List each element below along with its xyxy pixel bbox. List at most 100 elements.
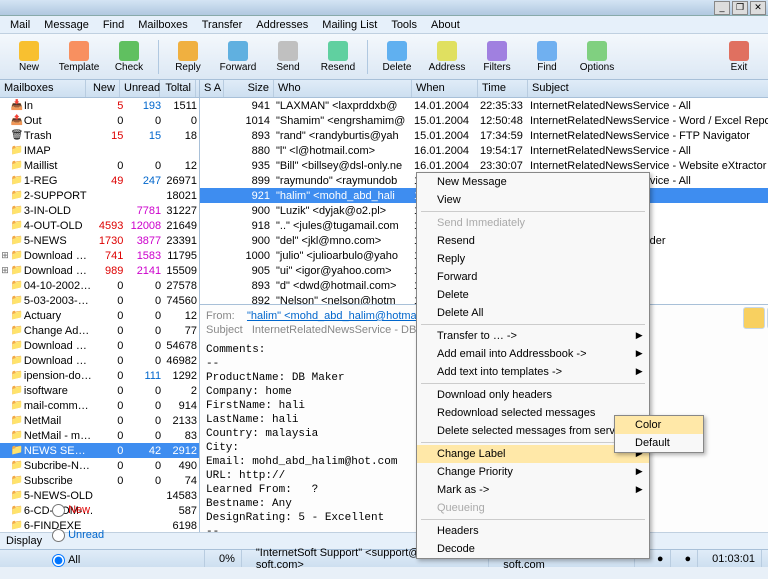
message-row[interactable]: 941"LAXMAN" <laxprddxb@14.01.200422:35:3… <box>200 98 768 113</box>
folder-row[interactable]: 📁ipension-do…01111292 <box>0 368 199 383</box>
ctx-change-priority[interactable]: Change Priority▶ <box>417 463 649 481</box>
folder-row[interactable]: 📁04-10-2002…0027578 <box>0 278 199 293</box>
folder-row[interactable]: ⊞📁Download …989214115509 <box>0 263 199 278</box>
folder-row[interactable]: 📁Subcribe-N…00490 <box>0 458 199 473</box>
folder-row[interactable]: 📁5-NEWS1730387723391 <box>0 233 199 248</box>
ctx-headers[interactable]: Headers <box>417 522 649 540</box>
ctx-delete[interactable]: Delete <box>417 286 649 304</box>
folder-row[interactable]: 📤Out000 <box>0 113 199 128</box>
context-submenu[interactable]: ColorDefault <box>614 415 704 453</box>
message-row[interactable]: 893"rand" <randyburtis@yah15.01.200417:3… <box>200 128 768 143</box>
window-close[interactable]: ✕ <box>750 1 766 15</box>
menu-tools[interactable]: Tools <box>385 17 423 33</box>
folder-row[interactable]: 📁NetMail002133 <box>0 413 199 428</box>
folder-row[interactable]: 📁4-OUT-OLD45931200821649 <box>0 218 199 233</box>
folder-row[interactable]: 📁2-SUPPORT18021 <box>0 188 199 203</box>
col-sa[interactable]: S A <box>200 80 224 97</box>
message-row[interactable]: 880"l" <l@hotmail.com>16.01.200419:54:17… <box>200 143 768 158</box>
template-button[interactable]: Template <box>56 37 102 77</box>
forward-button[interactable]: Forward <box>215 37 261 77</box>
folder-row[interactable]: 📁NEWS SE…0422912 <box>0 443 199 458</box>
folder-name: Out <box>24 115 96 127</box>
ctx-new-message[interactable]: New Message <box>417 173 649 191</box>
folder-row[interactable]: 📁mail-comm…00914 <box>0 398 199 413</box>
delete-button[interactable]: Delete <box>374 37 420 77</box>
folder-row[interactable]: 📁isoftware002 <box>0 383 199 398</box>
menu-about[interactable]: About <box>425 17 466 33</box>
ctx-forward[interactable]: Forward <box>417 268 649 286</box>
check-button[interactable]: Check <box>106 37 152 77</box>
col-time[interactable]: Time <box>478 80 528 97</box>
col-unread[interactable]: Unread <box>120 80 160 97</box>
folder-row[interactable]: 📁Maillist0012 <box>0 158 199 173</box>
folder-name: isoftware <box>24 385 96 397</box>
menu-message[interactable]: Message <box>38 17 95 33</box>
subctx-color[interactable]: Color <box>615 416 703 434</box>
folder-row[interactable]: 📁Download …0046982 <box>0 353 199 368</box>
message-row[interactable]: 935"Bill" <billsey@dsl-only.ne16.01.2004… <box>200 158 768 173</box>
subctx-default[interactable]: Default <box>615 434 703 452</box>
mailbox-tree[interactable]: 📥In51931511📤Out000🗑Trash151518📁IMAP📁Mail… <box>0 98 199 532</box>
folder-row[interactable]: 📥In51931511 <box>0 98 199 113</box>
menu-addresses[interactable]: Addresses <box>250 17 314 33</box>
msg-size: 899 <box>224 175 274 187</box>
ctx-add-text-into-templates-[interactable]: Add text into templates ->▶ <box>417 363 649 381</box>
folder-total: 0 <box>163 115 199 127</box>
filter-unread[interactable]: Unread <box>52 529 104 542</box>
reply-button[interactable]: Reply <box>165 37 211 77</box>
folder-new: 15 <box>96 130 126 142</box>
window-minimize[interactable]: _ <box>714 1 730 15</box>
folder-row[interactable]: ⊞📁Download …741158311795 <box>0 248 199 263</box>
ctx-transfer-to-[interactable]: Transfer to … ->▶ <box>417 327 649 345</box>
folder-row[interactable]: 📁Change Ad…0077 <box>0 323 199 338</box>
folder-row[interactable]: 📁5-NEWS-OLD14583 <box>0 488 199 503</box>
menu-mailing-list[interactable]: Mailing List <box>316 17 383 33</box>
folder-row[interactable]: 📁5-03-2003-…0074560 <box>0 293 199 308</box>
folder-row[interactable]: 📁IMAP <box>0 143 199 158</box>
folder-row[interactable]: 📁1-REG4924726971 <box>0 173 199 188</box>
ctx-mark-as-[interactable]: Mark as ->▶ <box>417 481 649 499</box>
col-total[interactable]: Toltal <box>160 80 196 97</box>
ctx-reply[interactable]: Reply <box>417 250 649 268</box>
col-when[interactable]: When <box>412 80 478 97</box>
folder-row[interactable]: 🗑Trash151518 <box>0 128 199 143</box>
menu-mailboxes[interactable]: Mailboxes <box>132 17 194 33</box>
send-button[interactable]: Send <box>265 37 311 77</box>
folder-row[interactable]: 📁Download …0054678 <box>0 338 199 353</box>
col-mailboxes[interactable]: Mailboxes <box>0 80 86 97</box>
expand-icon[interactable]: ⊞ <box>0 265 10 276</box>
new-button[interactable]: New <box>6 37 52 77</box>
exit-button[interactable]: Exit <box>716 37 762 77</box>
col-subject[interactable]: Subject <box>528 80 768 97</box>
col-size[interactable]: Size <box>224 80 274 97</box>
context-menu[interactable]: New MessageViewSend ImmediatelyResendRep… <box>416 172 650 559</box>
ctx-delete-all[interactable]: Delete All <box>417 304 649 322</box>
menu-transfer[interactable]: Transfer <box>196 17 249 33</box>
filters-button[interactable]: Filters <box>474 37 520 77</box>
folder-row[interactable]: 📁Actuary0012 <box>0 308 199 323</box>
address-button[interactable]: Address <box>424 37 470 77</box>
filter-new[interactable]: New <box>52 504 104 517</box>
options-button[interactable]: Options <box>574 37 620 77</box>
preview-icon-1[interactable] <box>743 307 765 329</box>
find-button[interactable]: Find <box>524 37 570 77</box>
folder-unread: 0 <box>125 280 163 292</box>
message-row[interactable]: 1014"Shamim" <engrshamim@15.01.200412:50… <box>200 113 768 128</box>
folder-row[interactable]: 📁Subscribe0074 <box>0 473 199 488</box>
folder-row[interactable]: 📁NetMail - m…0083 <box>0 428 199 443</box>
msg-when: 16.01.2004 <box>412 145 478 157</box>
col-new[interactable]: New <box>86 80 120 97</box>
folder-icon: 📁 <box>10 280 24 291</box>
resend-button[interactable]: Resend <box>315 37 361 77</box>
window-maximize[interactable]: ❐ <box>732 1 748 15</box>
ctx-resend[interactable]: Resend <box>417 232 649 250</box>
menu-mail[interactable]: Mail <box>4 17 36 33</box>
folder-row[interactable]: 📁3-IN-OLD778131227 <box>0 203 199 218</box>
ctx-decode[interactable]: Decode <box>417 540 649 558</box>
ctx-add-email-into-addressbook-[interactable]: Add email into Addressbook ->▶ <box>417 345 649 363</box>
col-who[interactable]: Who <box>274 80 412 97</box>
ctx-download-only-headers[interactable]: Download only headers <box>417 386 649 404</box>
menu-find[interactable]: Find <box>97 17 130 33</box>
expand-icon[interactable]: ⊞ <box>0 250 10 261</box>
ctx-view[interactable]: View <box>417 191 649 209</box>
